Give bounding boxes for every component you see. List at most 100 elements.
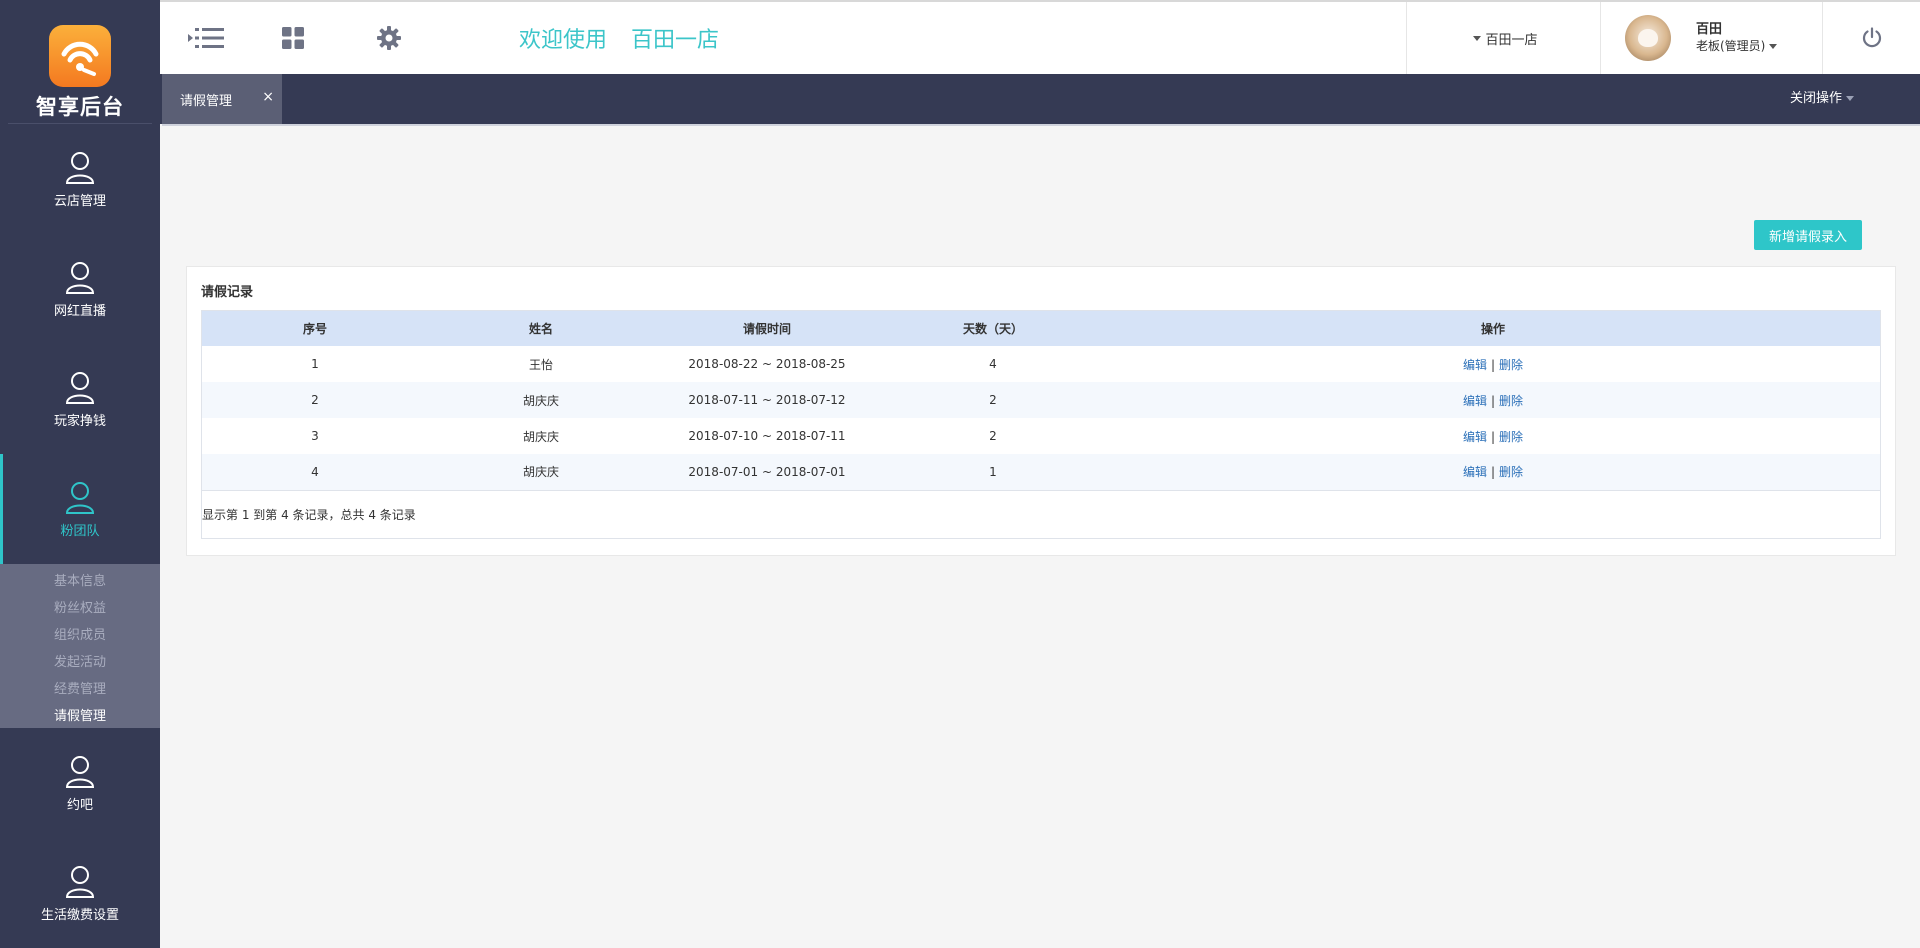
- user-icon: [65, 755, 95, 788]
- edit-link[interactable]: 编辑: [1463, 465, 1487, 479]
- panel-title: 请假记录: [201, 285, 254, 300]
- submenu-item-funds[interactable]: 经费管理: [0, 676, 160, 703]
- user-icon: [65, 151, 95, 184]
- tab-label: 请假管理: [180, 93, 233, 109]
- sidebar-item-utility-settings[interactable]: 生活缴费设置: [0, 838, 160, 948]
- table-row: 4 胡庆庆 2018-07-01 ~ 2018-07-01 1 编辑 | 删除: [202, 454, 1880, 490]
- cell-days: 1: [989, 464, 997, 479]
- user-icon: [65, 371, 95, 404]
- op-separator: |: [1490, 393, 1496, 408]
- avatar: [1625, 15, 1671, 61]
- main-content: 新增请假录入 请假记录 序号 姓名 请假时间 天数（天） 操作 1 王怡 201…: [162, 124, 1920, 948]
- table-row: 3 胡庆庆 2018-07-10 ~ 2018-07-11 2 编辑 | 删除: [202, 418, 1880, 454]
- cell-name: 胡庆庆: [522, 465, 559, 480]
- store-select[interactable]: 百田一店: [1406, 2, 1600, 74]
- leave-table-wrapper: 序号 姓名 请假时间 天数（天） 操作 1 王怡 2018-08-22 ~ 20…: [201, 310, 1881, 539]
- cell-time: 2018-07-10 ~ 2018-07-11: [688, 429, 846, 443]
- table-header-row: 序号 姓名 请假时间 天数（天） 操作: [202, 311, 1880, 346]
- cell-ops: 编辑 | 删除: [1106, 418, 1880, 454]
- cell-name: 胡庆庆: [522, 393, 559, 408]
- op-separator: |: [1490, 465, 1496, 480]
- sidebar-item-live[interactable]: 网红直播: [0, 234, 160, 344]
- cell-seq: 2: [311, 393, 319, 407]
- delete-link[interactable]: 删除: [1499, 358, 1523, 372]
- table-row: 2 胡庆庆 2018-07-11 ~ 2018-07-12 2 编辑 | 删除: [202, 382, 1880, 418]
- op-separator: |: [1490, 429, 1496, 444]
- gear-icon[interactable]: [369, 18, 409, 58]
- tab-bar: 请假管理 × 关闭操作: [160, 74, 1920, 124]
- sidebar-item-cloud-store[interactable]: 云店管理: [0, 124, 160, 234]
- add-leave-button[interactable]: 新增请假录入: [1754, 220, 1862, 250]
- delete-link[interactable]: 删除: [1499, 430, 1523, 444]
- cell-days: 2: [989, 429, 997, 443]
- sidebar-item-label: 网红直播: [53, 303, 106, 319]
- collapse-menu-icon[interactable]: [186, 18, 226, 58]
- column-header-seq: 序号: [302, 322, 327, 336]
- caret-down-icon: [1846, 96, 1854, 101]
- logo-text: 智享后台: [36, 95, 124, 119]
- power-icon: [1862, 27, 1881, 48]
- pagination-summary: 显示第 1 到第 4 条记录，总共 4 条记录: [202, 508, 416, 522]
- caret-down-icon: [1473, 35, 1482, 41]
- user-icon: [65, 261, 95, 294]
- sidebar-item-label: 约吧: [66, 797, 93, 813]
- tab-leave-management[interactable]: 请假管理 ×: [162, 74, 282, 124]
- edit-link[interactable]: 编辑: [1463, 394, 1487, 408]
- sidebar-item-label: 粉团队: [60, 523, 100, 539]
- cell-name: 王怡: [528, 357, 553, 372]
- cell-ops: 编辑 | 删除: [1106, 454, 1880, 490]
- cell-seq: 1: [311, 357, 319, 371]
- user-role-line: 老板(管理员): [1696, 38, 1781, 55]
- cell-ops: 编辑 | 删除: [1106, 382, 1880, 418]
- fan-team-submenu: 基本信息 粉丝权益 组织成员 发起活动 经费管理 请假管理: [0, 564, 160, 728]
- edit-link[interactable]: 编辑: [1463, 358, 1487, 372]
- submenu-item-basic-info[interactable]: 基本信息: [0, 568, 160, 595]
- store-select-value: 百田一店: [1485, 32, 1538, 48]
- user-menu[interactable]: 百田 老板(管理员): [1600, 2, 1822, 74]
- cell-time: 2018-07-11 ~ 2018-07-12: [688, 393, 846, 407]
- leave-table: 序号 姓名 请假时间 天数（天） 操作 1 王怡 2018-08-22 ~ 20…: [202, 311, 1880, 491]
- caret-down-icon: [1769, 44, 1778, 49]
- sidebar: 智享后台 云店管理 网红直播 玩家挣钱 粉团队 基本信息 粉丝权益 组织成员 发: [0, 0, 160, 948]
- welcome-label: 欢迎使用: [519, 28, 608, 53]
- submenu-item-fan-rights[interactable]: 粉丝权益: [0, 595, 160, 622]
- leave-records-panel: 请假记录 序号 姓名 请假时间 天数（天） 操作 1 王怡 2018-08-22…: [186, 266, 1896, 556]
- column-header-days: 天数（天）: [962, 322, 1023, 336]
- close-operations-dropdown[interactable]: 关闭操作: [1790, 74, 1858, 124]
- user-role: 老板(管理员): [1696, 39, 1766, 53]
- column-header-name: 姓名: [528, 322, 553, 336]
- submenu-item-members[interactable]: 组织成员: [0, 622, 160, 649]
- user-name: 百田: [1696, 22, 1723, 37]
- cell-seq: 4: [311, 464, 319, 479]
- delete-link[interactable]: 删除: [1499, 394, 1523, 408]
- cell-days: 2: [989, 393, 997, 407]
- sidebar-item-label: 生活缴费设置: [40, 907, 119, 923]
- power-button[interactable]: [1822, 2, 1920, 74]
- cell-time: 2018-08-22 ~ 2018-08-25: [688, 357, 846, 371]
- delete-link[interactable]: 删除: [1499, 465, 1523, 479]
- logo: 智享后台: [8, 0, 152, 124]
- grid-apps-icon[interactable]: [273, 18, 313, 58]
- welcome-store-name: 百田一店: [631, 28, 720, 53]
- cell-days: 4: [989, 357, 997, 371]
- close-operations-label: 关闭操作: [1789, 91, 1842, 106]
- submenu-item-leave[interactable]: 请假管理: [0, 703, 160, 730]
- top-header: 欢迎使用 百田一店 百田一店 百田 老板(管理员): [160, 0, 1920, 74]
- sidebar-item-yueba[interactable]: 约吧: [0, 728, 160, 838]
- close-icon[interactable]: ×: [262, 89, 274, 105]
- user-icon: [65, 865, 95, 898]
- user-info: 百田 老板(管理员): [1696, 21, 1781, 55]
- column-header-ops: 操作: [1480, 322, 1505, 336]
- edit-link[interactable]: 编辑: [1463, 430, 1487, 444]
- cell-seq: 3: [311, 429, 319, 443]
- wifi-logo-icon: [49, 25, 111, 87]
- sidebar-item-label: 玩家挣钱: [53, 413, 106, 429]
- column-header-time: 请假时间: [742, 322, 791, 336]
- user-icon: [65, 481, 95, 514]
- submenu-item-activities[interactable]: 发起活动: [0, 649, 160, 676]
- sidebar-item-player-earn[interactable]: 玩家挣钱: [0, 344, 160, 454]
- table-row: 1 王怡 2018-08-22 ~ 2018-08-25 4 编辑 | 删除: [202, 346, 1880, 382]
- sidebar-item-fan-team[interactable]: 粉团队: [0, 454, 160, 564]
- welcome-text: 欢迎使用 百田一店: [519, 22, 719, 54]
- cell-time: 2018-07-01 ~ 2018-07-01: [688, 464, 846, 479]
